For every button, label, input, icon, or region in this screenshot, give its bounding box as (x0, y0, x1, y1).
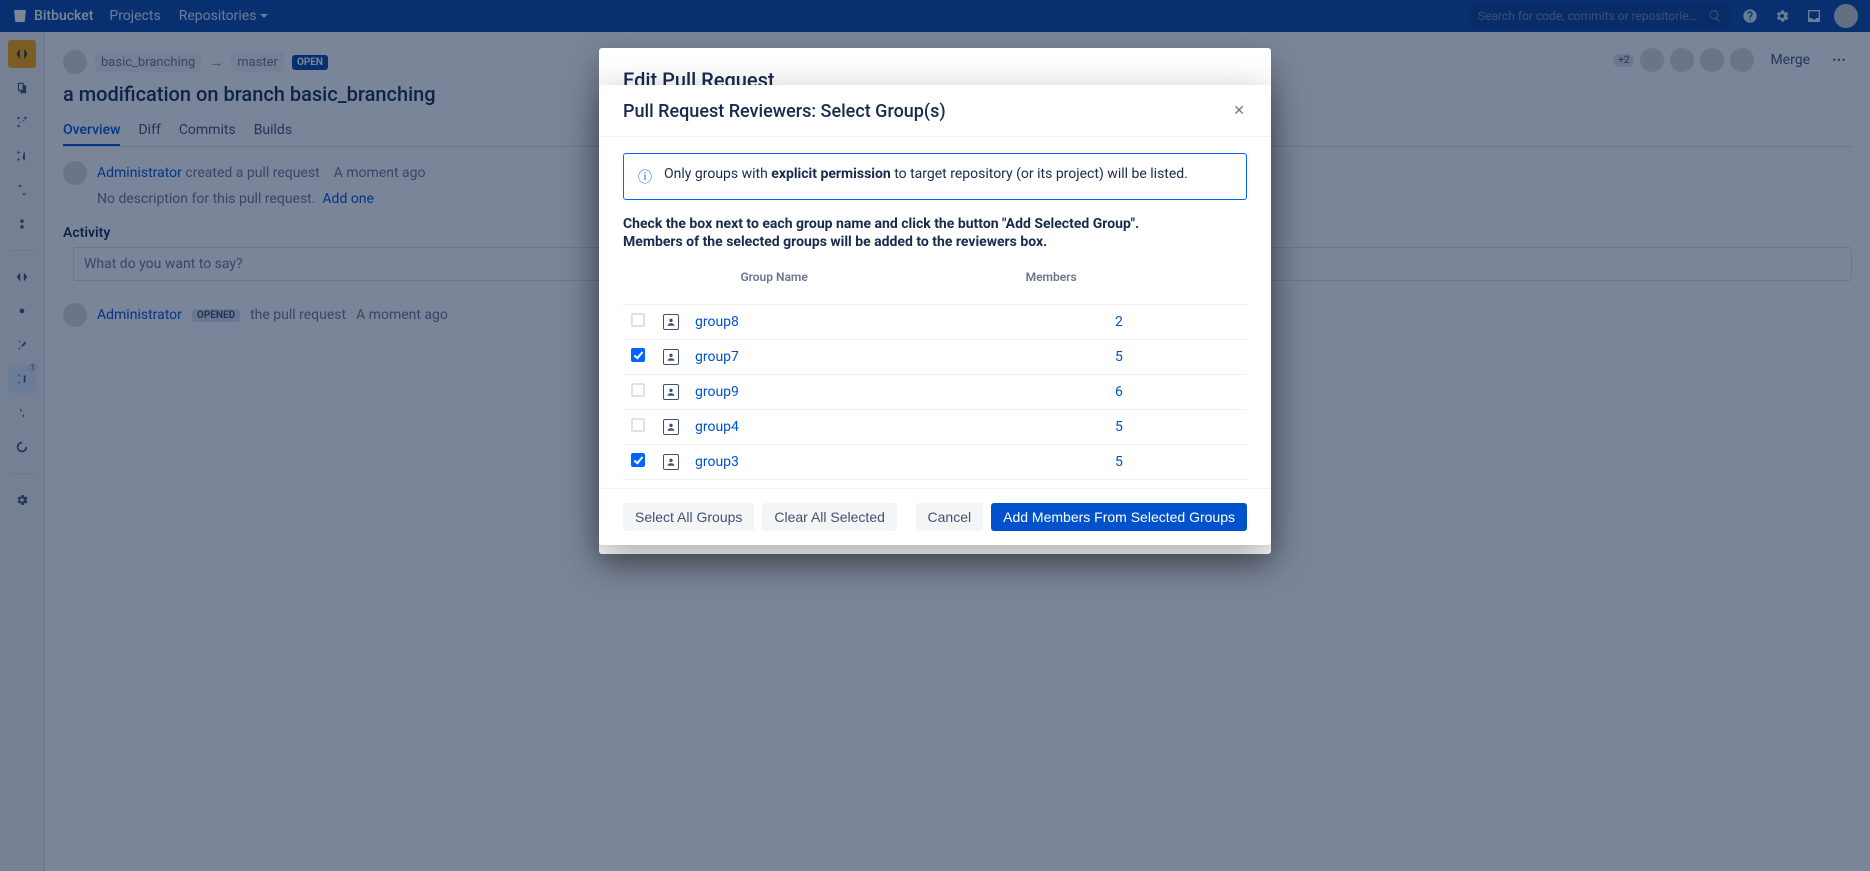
group-members-link[interactable]: 6 (1115, 384, 1123, 400)
info-text-bold: explicit permission (771, 166, 890, 182)
modal-title: Pull Request Reviewers: Select Group(s) (623, 101, 946, 122)
add-members-button[interactable]: Add Members From Selected Groups (991, 503, 1247, 531)
instr-line2: Members of the selected groups will be a… (623, 234, 1047, 250)
group-checkbox[interactable] (631, 383, 645, 397)
modal-overlay: Edit Pull Request Save Cancel Pull Reque… (0, 0, 1870, 871)
group-icon (663, 349, 679, 365)
group-name-link[interactable]: group7 (695, 349, 739, 365)
select-groups-modal: Pull Request Reviewers: Select Group(s) … (599, 85, 1271, 545)
group-checkbox[interactable] (631, 453, 645, 467)
group-name-link[interactable]: group3 (695, 454, 739, 470)
group-checkbox[interactable] (631, 418, 645, 432)
group-members-link[interactable]: 5 (1115, 419, 1123, 435)
group-members-link[interactable]: 2 (1115, 314, 1123, 330)
th-group-name: Group Name (732, 264, 1017, 290)
close-icon[interactable]: ✕ (1231, 101, 1247, 121)
instr-line1: Check the box next to each group name an… (623, 216, 1139, 232)
info-icon: ⓘ (638, 167, 652, 187)
groups-table: Group Name Members (623, 264, 1247, 290)
group-icon (663, 454, 679, 470)
select-all-button[interactable]: Select All Groups (623, 503, 754, 531)
group-checkbox[interactable] (631, 313, 645, 327)
group-name-link[interactable]: group9 (695, 384, 739, 400)
group-icon (663, 419, 679, 435)
table-row: group4 5 (623, 410, 1247, 445)
group-members-link[interactable]: 5 (1115, 349, 1123, 365)
table-row: group8 2 (623, 305, 1247, 340)
group-checkbox[interactable] (631, 348, 645, 362)
group-icon (663, 314, 679, 330)
group-name-link[interactable]: group4 (695, 419, 739, 435)
cancel-button[interactable]: Cancel (916, 503, 984, 531)
table-row: group7 5 (623, 340, 1247, 375)
table-row: group3 5 (623, 445, 1247, 480)
table-row: group9 6 (623, 375, 1247, 410)
clear-all-button[interactable]: Clear All Selected (762, 503, 897, 531)
group-name-link[interactable]: group8 (695, 314, 739, 330)
info-text-pre: Only groups with (664, 166, 771, 182)
info-box: ⓘ Only groups with explicit permission t… (623, 153, 1247, 200)
group-members-link[interactable]: 5 (1115, 454, 1123, 470)
th-members: Members (1018, 264, 1247, 290)
group-icon (663, 384, 679, 400)
info-text-post: to target repository (or its project) wi… (891, 166, 1188, 182)
table-row: group66 (623, 480, 1247, 489)
